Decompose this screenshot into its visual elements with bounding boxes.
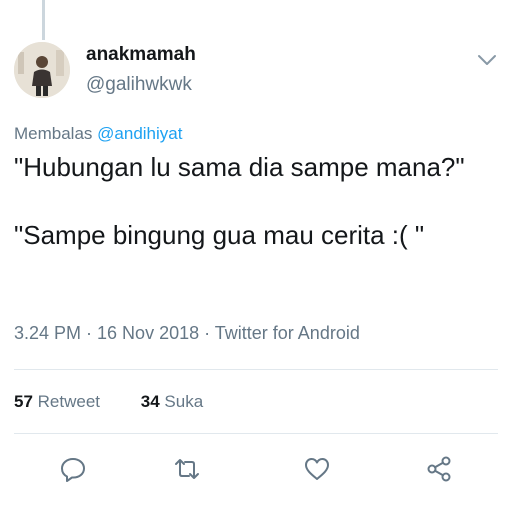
author-handle[interactable]: @galihwkwk — [86, 74, 192, 96]
chevron-down-icon[interactable] — [476, 52, 498, 68]
avatar-photo — [14, 42, 70, 98]
reply-context: Membalas @andihiyat — [14, 124, 182, 144]
retweet-button[interactable] — [172, 454, 202, 484]
reply-icon — [61, 458, 85, 482]
divider — [14, 369, 498, 370]
share-button[interactable] — [424, 454, 454, 484]
avatar[interactable] — [14, 42, 70, 98]
reply-prefix: Membalas — [14, 124, 93, 143]
divider — [14, 433, 498, 434]
like-label: Suka — [164, 392, 204, 411]
like-stat[interactable]: 34 Suka — [141, 392, 203, 412]
retweet-icon — [175, 459, 199, 479]
retweet-stat[interactable]: 57 Retweet — [14, 392, 100, 412]
thread-connector-line — [42, 0, 45, 40]
like-button[interactable] — [302, 454, 332, 484]
reply-button[interactable] — [58, 454, 88, 484]
retweet-label: Retweet — [37, 392, 101, 411]
author-name[interactable]: anakmamah — [86, 44, 196, 66]
heart-icon — [305, 458, 329, 480]
retweet-count: 57 — [14, 392, 33, 411]
tweet-timestamp[interactable]: 3.24 PM · 16 Nov 2018 · Twitter for Andr… — [14, 323, 360, 344]
share-icon — [427, 456, 451, 482]
like-count: 34 — [140, 392, 160, 411]
tweet-stats: 57 Retweet 34 Suka — [14, 392, 239, 412]
reply-mention-link[interactable]: @andihiyat — [97, 124, 182, 143]
tweet-text: "Hubungan lu sama dia sampe mana?" "Samp… — [14, 152, 465, 250]
